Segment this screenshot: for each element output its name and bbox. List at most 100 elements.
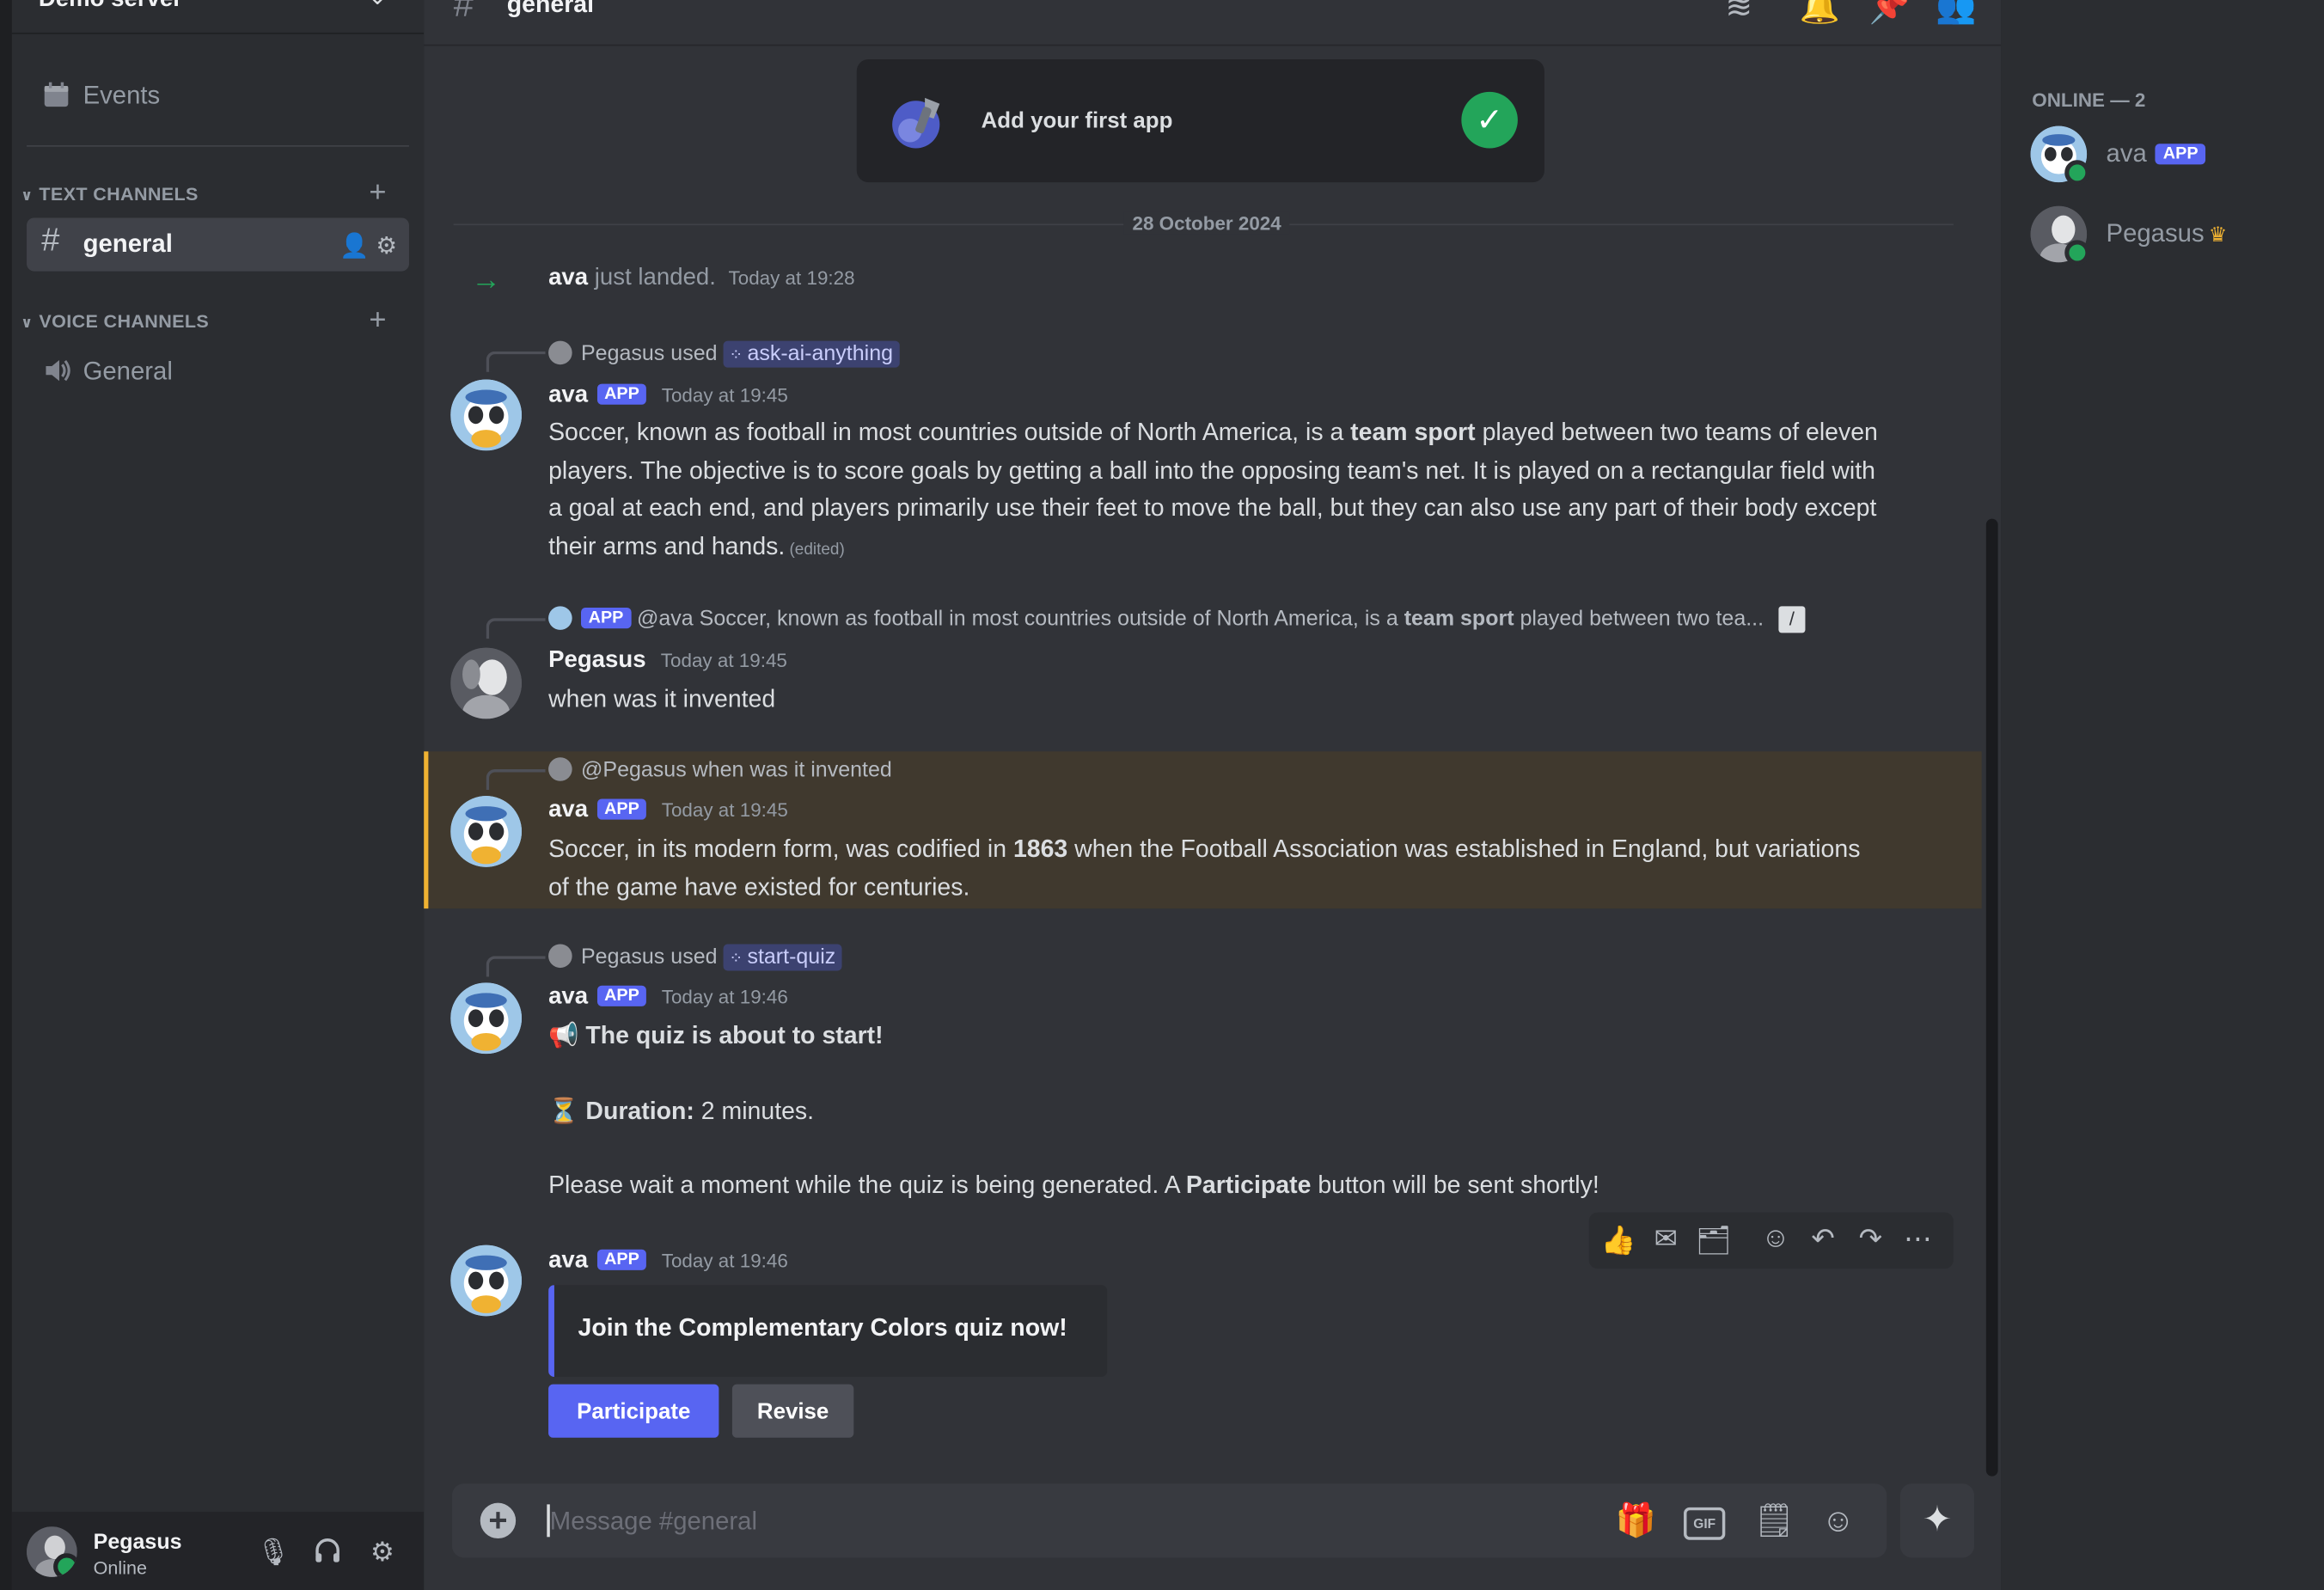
avatar[interactable] [450, 796, 523, 867]
avatar [548, 944, 572, 969]
message-input[interactable] [547, 1502, 1561, 1542]
user-name: Pegasus [93, 1531, 182, 1556]
member-item[interactable]: Pegasus ♛ [2030, 205, 2313, 272]
scrollbar[interactable] [1985, 518, 1998, 1477]
sidebar-item-voice-general[interactable]: General [27, 346, 409, 399]
timestamp[interactable]: Today at 19:46 [662, 1250, 788, 1272]
command-chip[interactable]: ⁘ ask-ai-anything [723, 340, 899, 368]
sidebar-item-label: Events [83, 81, 161, 110]
apps-icon[interactable]: ✦ [1899, 1483, 1975, 1558]
gift-icon[interactable]: 🎁 [1616, 1501, 1656, 1540]
bell-icon[interactable]: 🔔 [1800, 0, 1840, 27]
message-author[interactable]: Pegasus Today at 19:45 [548, 648, 787, 675]
avatar[interactable] [27, 1526, 77, 1577]
threads-icon[interactable]: ≋ [1725, 0, 1752, 27]
forward-icon[interactable]: ↷ [1853, 1223, 1888, 1257]
timestamp[interactable]: Today at 19:46 [662, 986, 788, 1008]
member-list-icon[interactable]: 👥 [1936, 0, 1976, 27]
invite-icon[interactable]: 👤 [339, 234, 369, 259]
timestamp[interactable]: Today at 19:45 [662, 384, 788, 407]
author-name[interactable]: ava [548, 382, 588, 407]
reply-icon[interactable]: ↶ [1805, 1223, 1840, 1257]
gear-icon[interactable]: ⚙ [376, 234, 397, 259]
author-name[interactable]: ava [548, 1248, 588, 1273]
mention[interactable]: @ava [637, 608, 694, 632]
message-author[interactable]: ava APP Today at 19:45 [548, 798, 788, 824]
online-status-icon [2064, 240, 2090, 266]
author-name[interactable]: ava [548, 798, 588, 823]
category-label: TEXT CHANNELS [39, 183, 199, 205]
system-user[interactable]: ava [548, 266, 588, 290]
mention[interactable]: @Pegasus [581, 759, 687, 783]
message-author[interactable]: ava APP Today at 19:45 [548, 382, 788, 409]
server-header[interactable]: Demo server ⌄ [11, 0, 425, 34]
more-icon[interactable]: ⋯ [1900, 1223, 1936, 1257]
add-reaction-icon[interactable]: ☺ [1758, 1223, 1793, 1256]
bold-text: team sport [1404, 608, 1514, 632]
reply-text: Soccer, known as football in most countr… [699, 608, 1404, 632]
message-body: Soccer, known as football in most countr… [548, 415, 1882, 569]
name-text: ava [2106, 139, 2147, 168]
avatar[interactable] [450, 379, 523, 451]
server-strip [0, 0, 12, 1590]
bold-text: 1863 [1012, 835, 1068, 863]
gear-icon[interactable]: ⚙ [366, 1536, 399, 1569]
avatar[interactable] [450, 982, 523, 1055]
sidebar-item-label: general [83, 229, 173, 259]
gif-icon[interactable]: GIF [1684, 1507, 1726, 1540]
reply-preview[interactable]: APP @ava Soccer, known as football in mo… [548, 606, 1806, 633]
bold-text: team sport [1350, 419, 1476, 447]
timestamp[interactable]: Today at 19:45 [662, 799, 788, 822]
member-item[interactable]: ava APP [2030, 125, 2313, 186]
message-embed: Join the Complementary Colors quiz now! [548, 1285, 1108, 1378]
timestamp[interactable]: Today at 19:28 [729, 266, 855, 289]
add-channel-icon[interactable]: + [369, 305, 386, 334]
avatar [548, 757, 572, 781]
author-name[interactable]: ava [548, 984, 588, 1009]
headphones-icon[interactable] [311, 1536, 344, 1569]
card-icon[interactable]: 🗂 [1696, 1223, 1732, 1258]
channel-title: general [506, 0, 595, 18]
reply-connector [486, 351, 546, 372]
speaker-icon [41, 356, 70, 385]
microphone-icon[interactable]: 🎙 [256, 1536, 290, 1569]
reply-connector [486, 956, 546, 977]
member-list: ONLINE — 2 ava APP Pegasus ♛ [2001, 0, 2324, 1590]
sticker-icon[interactable]: 🗒 [1753, 1501, 1795, 1540]
text-caret [547, 1504, 550, 1538]
sidebar-item-general[interactable]: # general 👤 ⚙ [27, 217, 409, 272]
reply-text: played between two tea... [1514, 608, 1764, 632]
add-channel-icon[interactable]: + [369, 178, 386, 207]
reply-preview[interactable]: Pegasus used ⁘ start-quiz [548, 944, 842, 971]
text: Please wait a moment while the quiz is b… [548, 1172, 1186, 1200]
reply-text: used [670, 342, 718, 366]
author-name[interactable]: Pegasus [548, 648, 645, 673]
system-message: ava just landed. Today at 19:28 [548, 266, 855, 292]
reply-preview[interactable]: Pegasus used ⁘ ask-ai-anything [548, 340, 899, 368]
timestamp[interactable]: Today at 19:45 [661, 649, 787, 671]
envelope-icon[interactable]: ✉ [1648, 1223, 1684, 1257]
reply-preview[interactable]: @Pegasus when was it invented [548, 757, 892, 783]
message-author[interactable]: ava APP Today at 19:46 [548, 1248, 788, 1275]
category-text-channels[interactable]: ∨ TEXT CHANNELS [21, 184, 199, 205]
text: 2 minutes. [700, 1097, 815, 1125]
avatar[interactable] [450, 1244, 523, 1317]
message-author[interactable]: ava APP Today at 19:46 [548, 984, 788, 1011]
pin-icon[interactable]: 📌 [1869, 0, 1910, 27]
command-chip[interactable]: ⁘ start-quiz [723, 944, 842, 971]
duration-line: ⏳ Duration: 2 minutes. [548, 1093, 1882, 1131]
emoji-icon[interactable]: ☺ [1821, 1501, 1855, 1540]
command-name: start-quiz [747, 945, 836, 969]
message-body: when was it invented [548, 686, 776, 713]
revise-button[interactable]: Revise [731, 1384, 854, 1438]
plus-icon[interactable]: + [480, 1502, 517, 1539]
avatar[interactable] [450, 647, 523, 719]
category-voice-channels[interactable]: ∨ VOICE CHANNELS [21, 311, 209, 332]
add-app-card[interactable]: Add your first app ✓ [856, 58, 1544, 183]
chat-area: # general ≋ 🔔 📌 👥 ⌕ Add your first app ✓… [424, 0, 2315, 1590]
chevron-down-icon[interactable]: ⌄ [368, 0, 388, 12]
sidebar-item-events[interactable]: Events [27, 70, 409, 123]
hash-icon: # [41, 220, 60, 259]
participate-button[interactable]: Participate [548, 1384, 719, 1438]
thumbs-up-icon[interactable]: 👍 [1600, 1223, 1636, 1258]
